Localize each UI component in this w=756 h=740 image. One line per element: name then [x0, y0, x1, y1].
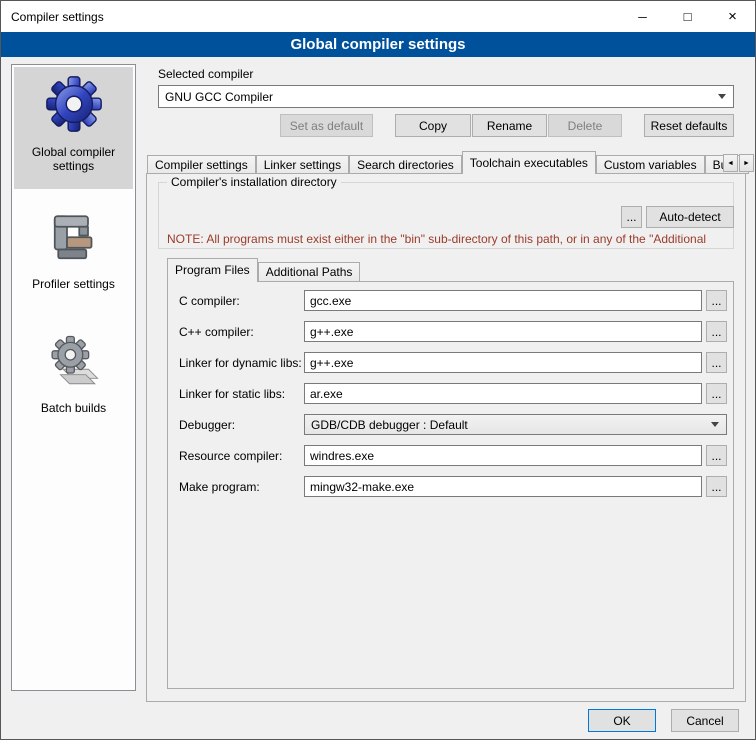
- compiler-settings-window: Compiler settings ─ □ × Global compiler …: [0, 0, 756, 740]
- c-compiler-browse-button[interactable]: ...: [706, 290, 727, 311]
- linker-dynamic-input[interactable]: [304, 352, 702, 373]
- debugger-label: Debugger:: [179, 418, 301, 432]
- sidebar-item-label: Batch builds: [41, 401, 106, 415]
- titlebar: Compiler settings ─ □ ×: [1, 1, 755, 32]
- profiler-icon: [46, 211, 102, 270]
- set-as-default-button[interactable]: Set as default: [280, 114, 373, 137]
- gear-icon: [43, 73, 105, 138]
- cpp-compiler-label: C++ compiler:: [179, 325, 301, 339]
- linker-dynamic-browse-button[interactable]: ...: [706, 352, 727, 373]
- tab-compiler-settings[interactable]: Compiler settings: [147, 155, 256, 174]
- delete-button[interactable]: Delete: [548, 114, 622, 137]
- linker-static-input[interactable]: [304, 383, 702, 404]
- program-files-tab-strip: Program Files Additional Paths: [167, 258, 360, 282]
- resource-compiler-browse-button[interactable]: ...: [706, 445, 727, 466]
- c-compiler-input[interactable]: [304, 290, 702, 311]
- tab-linker-settings[interactable]: Linker settings: [256, 155, 349, 174]
- cpp-compiler-browse-button[interactable]: ...: [706, 321, 727, 342]
- tab-toolchain-executables[interactable]: Toolchain executables: [462, 151, 596, 174]
- reset-defaults-button[interactable]: Reset defaults: [644, 114, 734, 137]
- ok-button[interactable]: OK: [588, 709, 656, 732]
- tab-search-directories[interactable]: Search directories: [349, 155, 462, 174]
- copy-button[interactable]: Copy: [395, 114, 471, 137]
- bin-subdirectory-note: NOTE: All programs must exist either in …: [167, 232, 733, 246]
- cpp-compiler-input[interactable]: [304, 321, 702, 342]
- selected-compiler-label: Selected compiler: [158, 67, 253, 81]
- tab-program-files[interactable]: Program Files: [167, 258, 258, 282]
- cancel-button[interactable]: Cancel: [671, 709, 739, 732]
- selected-compiler-value: GNU GCC Compiler: [159, 90, 718, 104]
- make-program-label: Make program:: [179, 480, 301, 494]
- tab-additional-paths[interactable]: Additional Paths: [258, 262, 361, 282]
- linker-static-label: Linker for static libs:: [179, 387, 301, 401]
- resource-compiler-input[interactable]: [304, 445, 702, 466]
- make-program-input[interactable]: [304, 476, 702, 497]
- linker-static-browse-button[interactable]: ...: [706, 383, 727, 404]
- tab-scroll-left-button[interactable]: ◄: [723, 154, 738, 172]
- installation-directory-group-title: Compiler's installation directory: [167, 175, 341, 189]
- maximize-icon[interactable]: □: [665, 1, 710, 32]
- sidebar: Global compiler settings Profiler settin…: [11, 64, 136, 691]
- chevron-down-icon: [711, 422, 719, 427]
- debugger-value: GDB/CDB debugger : Default: [305, 418, 711, 432]
- rename-button[interactable]: Rename: [472, 114, 547, 137]
- caption-buttons: ─ □ ×: [620, 1, 755, 32]
- batch-builds-icon: [45, 333, 103, 394]
- minimize-icon[interactable]: ─: [620, 1, 665, 32]
- sidebar-item-global-compiler-settings[interactable]: Global compiler settings: [14, 67, 133, 189]
- sidebar-item-label: Global compiler settings: [14, 145, 133, 173]
- dialog-header-title: Global compiler settings: [1, 32, 755, 57]
- settings-tab-strip: Compiler settings Linker settings Search…: [147, 151, 749, 174]
- make-program-browse-button[interactable]: ...: [706, 476, 727, 497]
- chevron-down-icon: [718, 94, 726, 99]
- linker-dynamic-label: Linker for dynamic libs:: [179, 356, 301, 370]
- debugger-dropdown[interactable]: GDB/CDB debugger : Default: [304, 414, 727, 435]
- auto-detect-button[interactable]: Auto-detect: [646, 206, 734, 228]
- sidebar-item-label: Profiler settings: [32, 277, 115, 291]
- tab-custom-variables[interactable]: Custom variables: [596, 155, 705, 174]
- selected-compiler-dropdown[interactable]: GNU GCC Compiler: [158, 85, 734, 108]
- window-title: Compiler settings: [1, 10, 104, 24]
- resource-compiler-label: Resource compiler:: [179, 449, 301, 463]
- installation-directory-browse-button[interactable]: ...: [621, 206, 642, 228]
- tab-scroll-right-button[interactable]: ►: [739, 154, 754, 172]
- sidebar-item-profiler-settings[interactable]: Profiler settings: [14, 205, 133, 299]
- c-compiler-label: C compiler:: [179, 294, 301, 308]
- sidebar-item-batch-builds[interactable]: Batch builds: [14, 327, 133, 421]
- close-icon[interactable]: ×: [710, 1, 755, 32]
